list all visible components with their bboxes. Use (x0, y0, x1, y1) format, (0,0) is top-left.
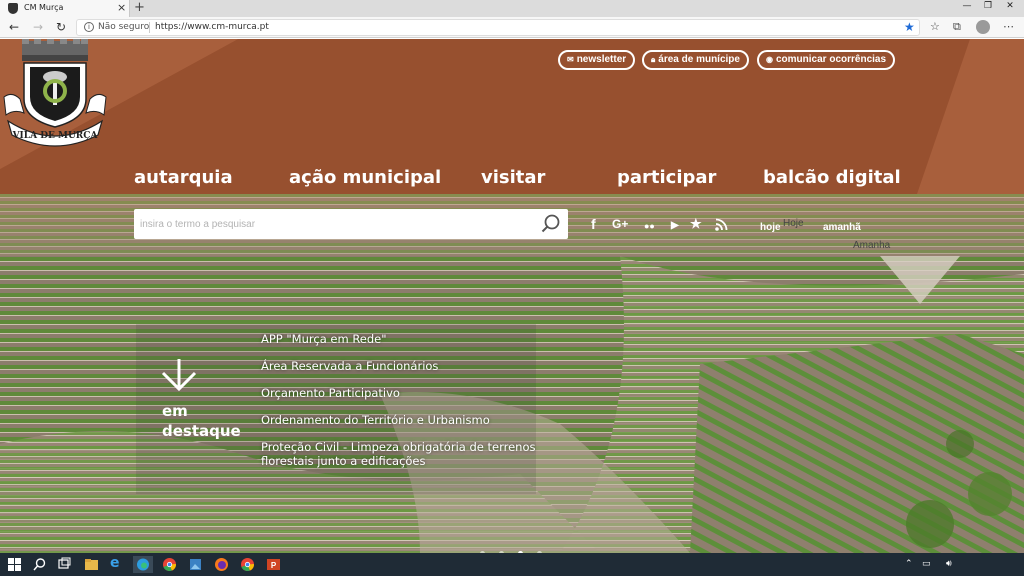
close-tab-icon[interactable]: × (117, 1, 126, 14)
youtube-icon[interactable]: ▶ (671, 219, 679, 233)
rss-icon[interactable] (715, 218, 728, 231)
nav-autarquia[interactable]: autarquia (134, 167, 233, 188)
search-icon[interactable] (541, 214, 561, 234)
url-field[interactable]: i Não seguro https://www.cm-murca.pt ★ (76, 19, 920, 36)
area-municipe-button[interactable]: 🔒︎ área de munícipe (642, 50, 749, 70)
logo-motto: VILA DE MURÇA (12, 131, 99, 141)
powerpoint-icon[interactable]: P (266, 557, 281, 572)
close-window-icon[interactable]: ✕ (1000, 1, 1020, 11)
collections-icon[interactable]: ⧉ (953, 20, 961, 34)
newsletter-label: newsletter (576, 54, 627, 65)
site-favicon-icon (8, 3, 18, 14)
comunicar-ocorrencias-button[interactable]: ◉ comunicar ocorrências (757, 50, 896, 70)
newsletter-button[interactable]: ✉ newsletter (558, 50, 636, 70)
volume-icon[interactable]: 🔊︎ (946, 559, 952, 569)
favorite-star-icon[interactable]: ★ (904, 20, 915, 34)
minimize-icon[interactable]: — (957, 1, 977, 11)
tray-chevron-icon[interactable]: ⌃ (905, 559, 913, 569)
nav-acao-municipal[interactable]: ação municipal (289, 167, 441, 188)
eye-icon: ◉ (766, 55, 773, 64)
area-municipe-label: área de munícipe (658, 54, 740, 65)
coat-of-arms-logo[interactable]: VILA DE MURÇA (0, 39, 110, 147)
url-text[interactable]: https://www.cm-murca.pt (155, 22, 269, 32)
restore-icon[interactable]: ❐ (978, 1, 998, 11)
network-icon[interactable]: ▭ (922, 559, 931, 569)
chrome-icon-2[interactable] (240, 557, 255, 572)
destaque-item-ordenamento[interactable]: Ordenamento do Território e Urbanismo (261, 413, 551, 427)
favorites-icon[interactable]: ★ (690, 217, 702, 231)
comunicar-ocorrencias-label: comunicar ocorrências (775, 54, 887, 65)
back-icon[interactable]: ← (9, 20, 19, 34)
site-header: VILA DE MURÇA ✉ newsletter 🔒︎ área de muní… (0, 39, 1024, 194)
nav-participar[interactable]: participar (617, 167, 716, 188)
carousel-dots (480, 541, 551, 553)
taskbar-search-icon[interactable] (32, 557, 47, 572)
lock-icon: 🔒︎ (651, 55, 656, 64)
browser-tab[interactable]: CM Murça × (0, 0, 130, 17)
destaque-title: em destaque (162, 402, 241, 440)
arrow-down-icon (161, 359, 197, 392)
refresh-icon[interactable]: ↻ (56, 20, 66, 34)
more-menu-icon[interactable]: ⋯ (1003, 20, 1014, 33)
tab-hoje[interactable]: hoje (760, 222, 781, 233)
file-explorer-icon[interactable] (84, 557, 99, 572)
chrome-icon[interactable] (162, 557, 177, 572)
windows-start-icon[interactable] (7, 557, 22, 572)
weather-tomorrow-label: Amanha (853, 240, 891, 251)
tab-amanha[interactable]: amanhã (823, 222, 861, 233)
nav-visitar[interactable]: visitar (481, 167, 545, 188)
edge-legacy-icon[interactable]: e (110, 555, 125, 571)
search-box (134, 209, 568, 239)
destaque-item-area-funcionarios[interactable]: Área Reservada a Funcionários (261, 359, 551, 373)
info-icon[interactable]: i (84, 22, 94, 32)
destaque-item-orcamento-participativo[interactable]: Orçamento Participativo (261, 386, 551, 400)
profile-avatar[interactable] (976, 20, 990, 34)
flickr-icon[interactable]: ●● (644, 219, 655, 233)
security-label: Não seguro (98, 22, 150, 32)
facebook-icon[interactable]: f (591, 217, 596, 231)
firefox-icon[interactable] (214, 557, 229, 572)
favorites-list-icon[interactable]: ☆ (930, 20, 940, 33)
weather-today-label: Hoje (783, 218, 804, 229)
google-plus-icon[interactable]: G+ (612, 217, 628, 231)
destaque-item-app-murca[interactable]: APP "Murça em Rede" (261, 332, 551, 346)
address-bar: ← → ↻ i Não seguro https://www.cm-murca.… (0, 17, 1024, 38)
search-input[interactable] (134, 209, 534, 239)
destaque-list: APP "Murça em Rede" Área Reservada a Fun… (261, 332, 551, 481)
browser-tab-bar: CM Murça × + — ❐ ✕ (0, 0, 1024, 17)
task-view-icon[interactable] (57, 557, 72, 572)
new-tab-icon[interactable]: + (134, 0, 145, 15)
svg-text:P: P (271, 561, 277, 570)
envelope-icon: ✉ (567, 55, 574, 64)
destaque-item-protecao-civil[interactable]: Proteção Civil - Limpeza obrigatória de … (261, 440, 551, 468)
tab-title: CM Murça (24, 3, 64, 12)
photos-icon[interactable] (188, 557, 203, 572)
edge-browser-icon[interactable] (133, 556, 153, 573)
forward-icon[interactable]: → (33, 20, 43, 34)
web-page: VILA DE MURÇA ✉ newsletter 🔒︎ área de muní… (0, 39, 1024, 553)
nav-balcao-digital[interactable]: balcão digital (763, 167, 901, 188)
windows-taskbar: e P ⌃ ▭ 🔊︎ (0, 553, 1024, 576)
url-separator (149, 22, 150, 33)
